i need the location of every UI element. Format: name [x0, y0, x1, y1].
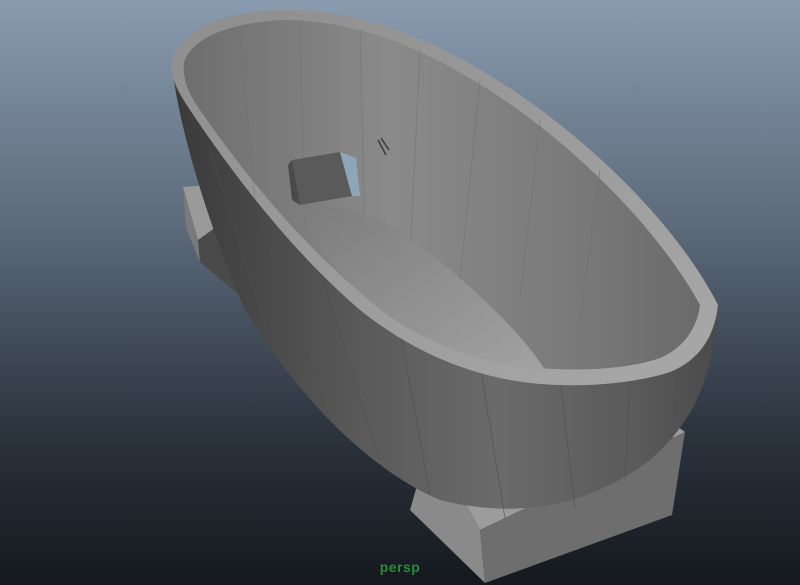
camera-name-label: persp [379, 559, 421, 575]
3d-viewport-persp[interactable]: persp [0, 0, 800, 585]
bathtub-model[interactable] [0, 0, 800, 585]
